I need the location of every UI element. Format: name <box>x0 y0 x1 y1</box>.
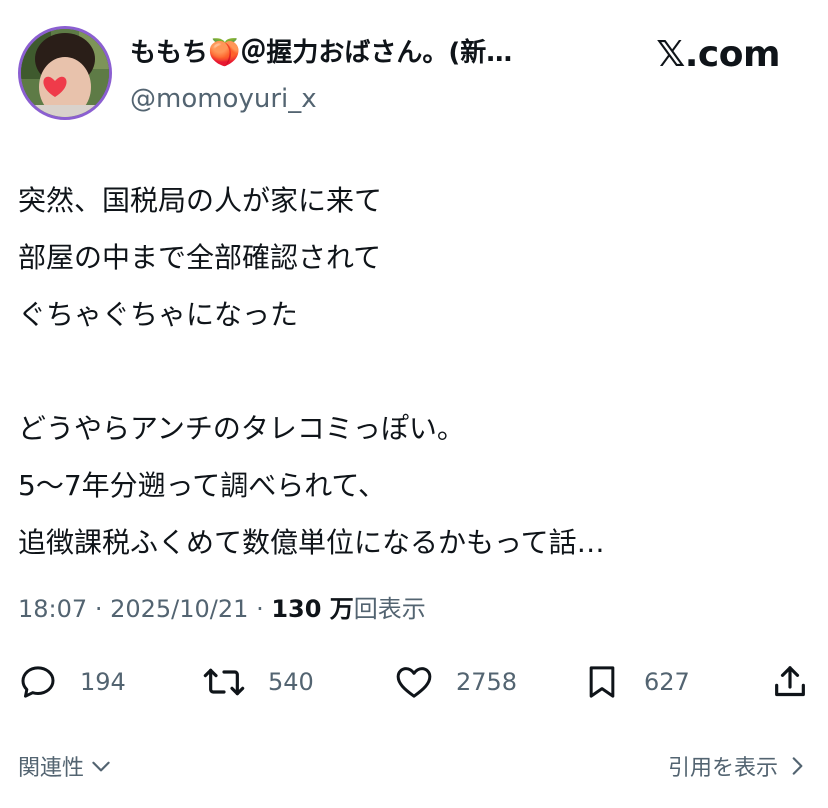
heart-icon <box>396 667 432 698</box>
tweet-footer: 関連性 引用を表示 <box>18 746 810 786</box>
tweet-text: 突然、国税局の人が家に来て 部屋の中まで全部確認されて ぐちゃぐちゃになった ど… <box>18 172 808 571</box>
meta-separator: · <box>256 595 264 623</box>
reply-icon <box>21 666 55 698</box>
bookmark-icon <box>589 666 615 698</box>
author-display-name[interactable]: ももち🍑＠握力おばさん。(新… <box>130 36 512 70</box>
share-button[interactable] <box>770 660 810 704</box>
like-count: 2758 <box>456 668 518 696</box>
repost-button[interactable]: 540 <box>202 660 314 704</box>
related-sort-dropdown[interactable]: 関連性 <box>18 750 114 782</box>
tweet-actions: 194 540 2758 627 <box>18 660 810 704</box>
chevron-right-icon <box>792 757 803 775</box>
tweet-line: ぐちゃぐちゃになった <box>18 298 299 331</box>
tweet-date[interactable]: 2025/10/21 <box>110 595 248 623</box>
author-avatar[interactable] <box>18 26 112 120</box>
tweet-line: 部屋の中まで全部確認されて <box>18 241 382 274</box>
bookmark-count: 627 <box>644 668 690 696</box>
views-count: 130 万 <box>271 595 354 623</box>
avatar-photo-icon <box>21 29 109 117</box>
tweet-line: 突然、国税局の人が家に来て <box>18 184 383 217</box>
like-button[interactable]: 2758 <box>394 660 517 704</box>
quotes-label: 引用を表示 <box>667 756 778 781</box>
tweet-header: ももち🍑＠握力おばさん。(新… @momoyuri_x 𝕏.com <box>18 26 810 126</box>
x-brand-logo: 𝕏.com <box>656 34 780 75</box>
related-label: 関連性 <box>18 756 85 781</box>
tweet-line: どうやらアンチのタレコミっぽい。 <box>18 412 465 445</box>
tweet-meta: 18:07 · 2025/10/21 · 130 万回表示 <box>18 592 426 626</box>
view-quotes-link[interactable]: 引用を表示 <box>668 750 810 782</box>
meta-separator: · <box>94 595 103 623</box>
bookmark-button[interactable]: 627 <box>582 660 690 704</box>
repost-icon <box>203 668 245 696</box>
share-icon <box>775 666 805 697</box>
tweet-line: 5〜7年分遡って調べられて、 <box>18 469 386 502</box>
views-label: 回表示 <box>353 595 426 623</box>
chevron-down-icon <box>92 761 110 772</box>
tweet-time[interactable]: 18:07 <box>18 595 87 623</box>
repost-count: 540 <box>268 668 314 696</box>
tweet-line: 追徴課税ふくめて数億単位になるかもって話… <box>18 526 605 559</box>
author-handle[interactable]: @momoyuri_x <box>130 82 317 116</box>
reply-count: 194 <box>80 668 126 696</box>
reply-button[interactable]: 194 <box>18 660 126 704</box>
